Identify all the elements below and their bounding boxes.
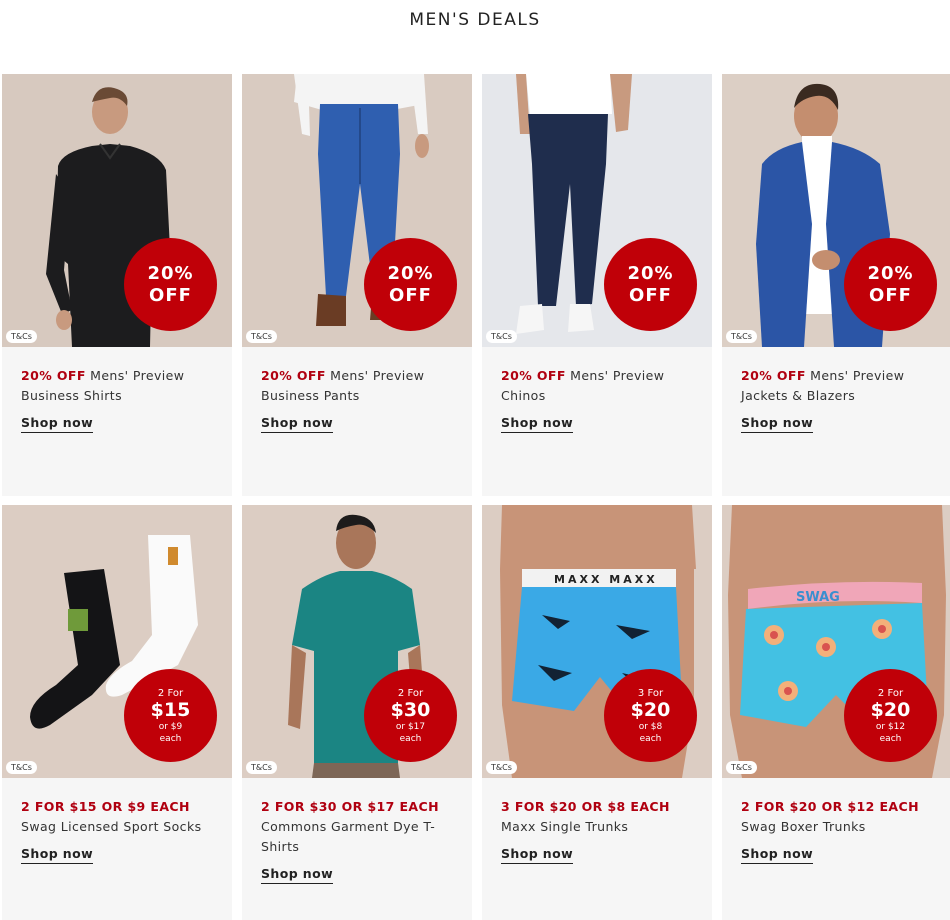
badge-price: $30 bbox=[390, 698, 431, 721]
badge-single-price: or $12 bbox=[875, 721, 906, 732]
shop-now-link[interactable]: Shop now bbox=[741, 846, 814, 864]
multibuy-badge: 3 For $20 or $8 each bbox=[604, 669, 697, 762]
badge-line1: 20% bbox=[147, 262, 194, 284]
deal-text: 2 FOR $30 OR $17 EACH bbox=[261, 799, 439, 814]
badge-quantity: 2 For bbox=[877, 687, 904, 699]
badge-quantity: 2 For bbox=[397, 687, 424, 699]
maxx-waistband-text: MAXX MAXX bbox=[554, 573, 658, 586]
badge-price: $20 bbox=[630, 698, 671, 721]
tcs-link[interactable]: T&Cs bbox=[486, 330, 517, 343]
badge-line1: 20% bbox=[867, 262, 914, 284]
badge-line1: 20% bbox=[387, 262, 434, 284]
badge-price: $20 bbox=[870, 698, 911, 721]
product-card[interactable]: 20% OFF T&Cs 20% OFF Mens' Preview Jacke… bbox=[722, 74, 950, 496]
badge-line2: OFF bbox=[389, 284, 432, 306]
product-card[interactable]: 20% OFF T&Cs 20% OFF Mens' Preview Busin… bbox=[242, 74, 472, 496]
product-card[interactable]: 20% OFF T&Cs 20% OFF Mens' Preview Chino… bbox=[482, 74, 712, 496]
badge-each: each bbox=[639, 733, 662, 744]
product-description: 20% OFF Mens' Preview Business Shirts bbox=[21, 366, 213, 406]
badge-price: $15 bbox=[150, 698, 191, 721]
tcs-link[interactable]: T&Cs bbox=[246, 330, 277, 343]
badge-each: each bbox=[879, 733, 902, 744]
deal-text: 3 FOR $20 OR $8 EACH bbox=[501, 799, 670, 814]
product-image[interactable]: 2 For $15 or $9 each T&Cs bbox=[2, 505, 232, 778]
product-name: Commons Garment Dye T-Shirts bbox=[261, 819, 436, 854]
product-image[interactable]: SWAG 2 For $20 or $12 each T&Cs bbox=[722, 505, 950, 778]
tcs-link[interactable]: T&Cs bbox=[726, 761, 757, 774]
product-card[interactable]: SWAG 2 For $20 or $12 each T&Cs 2 FOR $2… bbox=[722, 505, 950, 920]
shop-now-link[interactable]: Shop now bbox=[21, 846, 94, 864]
product-image[interactable]: 20% OFF T&Cs bbox=[2, 74, 232, 347]
product-description: 20% OFF Mens' Preview Jackets & Blazers bbox=[741, 366, 931, 406]
product-card[interactable]: 20% OFF T&Cs 20% OFF Mens' Preview Busin… bbox=[2, 74, 232, 496]
badge-single-price: or $17 bbox=[395, 721, 426, 732]
product-description: 2 FOR $20 OR $12 EACH Swag Boxer Trunks bbox=[741, 797, 931, 837]
badge-line1: 20% bbox=[627, 262, 674, 284]
badge-single-price: or $9 bbox=[158, 721, 183, 732]
tcs-link[interactable]: T&Cs bbox=[6, 761, 37, 774]
tcs-link[interactable]: T&Cs bbox=[246, 761, 277, 774]
badge-each: each bbox=[159, 733, 182, 744]
shop-now-link[interactable]: Shop now bbox=[741, 415, 814, 433]
shop-now-link[interactable]: Shop now bbox=[261, 866, 334, 884]
tcs-link[interactable]: T&Cs bbox=[6, 330, 37, 343]
badge-single-price: or $8 bbox=[638, 721, 663, 732]
multibuy-badge: 2 For $20 or $12 each bbox=[844, 669, 937, 762]
deal-text: 20% OFF bbox=[261, 368, 326, 383]
product-description: 2 FOR $15 OR $9 EACH Swag Licensed Sport… bbox=[21, 797, 213, 837]
badge-each: each bbox=[399, 733, 422, 744]
discount-badge: 20% OFF bbox=[604, 238, 697, 331]
product-description: 20% OFF Mens' Preview Chinos bbox=[501, 366, 693, 406]
product-image[interactable]: 20% OFF T&Cs bbox=[242, 74, 472, 347]
tcs-link[interactable]: T&Cs bbox=[726, 330, 757, 343]
shop-now-link[interactable]: Shop now bbox=[21, 415, 94, 433]
page-title: MEN'S DEALS bbox=[409, 10, 541, 30]
multibuy-badge: 2 For $15 or $9 each bbox=[124, 669, 217, 762]
badge-quantity: 2 For bbox=[157, 687, 184, 699]
badge-line2: OFF bbox=[629, 284, 672, 306]
discount-badge: 20% OFF bbox=[364, 238, 457, 331]
product-card[interactable]: 2 For $30 or $17 each T&Cs 2 FOR $30 OR … bbox=[242, 505, 472, 920]
product-row: 20% OFF T&Cs 20% OFF Mens' Preview Busin… bbox=[2, 74, 950, 496]
product-image[interactable]: 2 For $30 or $17 each T&Cs bbox=[242, 505, 472, 778]
product-card[interactable]: 2 For $15 or $9 each T&Cs 2 FOR $15 OR $… bbox=[2, 505, 232, 920]
discount-badge: 20% OFF bbox=[844, 238, 937, 331]
deal-text: 2 FOR $20 OR $12 EACH bbox=[741, 799, 919, 814]
deal-text: 2 FOR $15 OR $9 EACH bbox=[21, 799, 190, 814]
product-name: Maxx Single Trunks bbox=[501, 819, 629, 834]
badge-line2: OFF bbox=[869, 284, 912, 306]
shop-now-link[interactable]: Shop now bbox=[261, 415, 334, 433]
shop-now-link[interactable]: Shop now bbox=[501, 846, 574, 864]
multibuy-badge: 2 For $30 or $17 each bbox=[364, 669, 457, 762]
tcs-link[interactable]: T&Cs bbox=[486, 761, 517, 774]
product-description: 2 FOR $30 OR $17 EACH Commons Garment Dy… bbox=[261, 797, 453, 857]
product-description: 20% OFF Mens' Preview Business Pants bbox=[261, 366, 453, 406]
product-image[interactable]: 20% OFF T&Cs bbox=[482, 74, 712, 347]
badge-line2: OFF bbox=[149, 284, 192, 306]
shop-now-link[interactable]: Shop now bbox=[501, 415, 574, 433]
product-name: Swag Boxer Trunks bbox=[741, 819, 866, 834]
product-image[interactable]: 20% OFF T&Cs bbox=[722, 74, 950, 347]
product-description: 3 FOR $20 OR $8 EACH Maxx Single Trunks bbox=[501, 797, 693, 837]
product-row: 2 For $15 or $9 each T&Cs 2 FOR $15 OR $… bbox=[2, 505, 950, 920]
badge-quantity: 3 For bbox=[637, 687, 664, 699]
swag-waistband-text: SWAG bbox=[796, 590, 840, 605]
deal-text: 20% OFF bbox=[501, 368, 566, 383]
product-name: Swag Licensed Sport Socks bbox=[21, 819, 202, 834]
deal-text: 20% OFF bbox=[741, 368, 806, 383]
product-card[interactable]: MAXX MAXX 3 For $20 or $8 each T&Cs 3 FO… bbox=[482, 505, 712, 920]
deal-text: 20% OFF bbox=[21, 368, 86, 383]
discount-badge: 20% OFF bbox=[124, 238, 217, 331]
product-image[interactable]: MAXX MAXX 3 For $20 or $8 each T&Cs bbox=[482, 505, 712, 778]
